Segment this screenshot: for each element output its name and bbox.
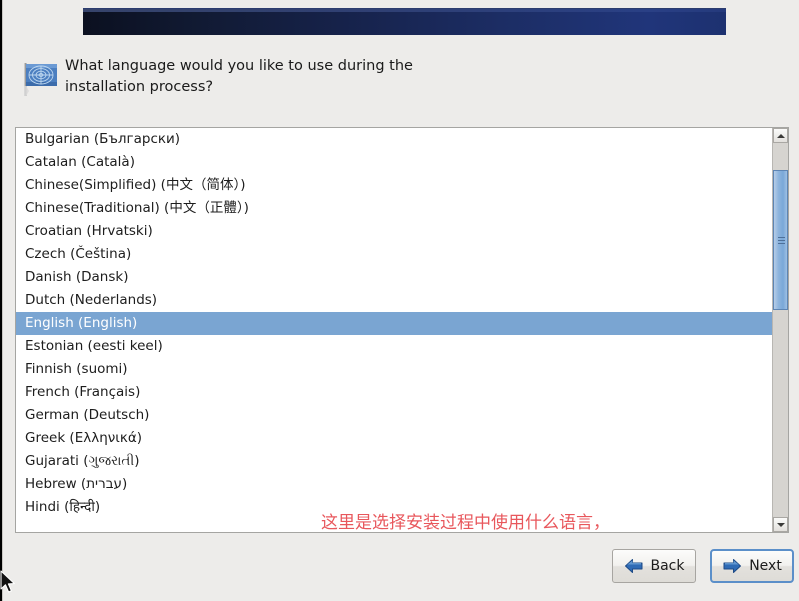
language-list-item[interactable]: Czech (Čeština) — [16, 243, 774, 266]
scroll-down-button[interactable] — [773, 517, 788, 532]
scrollbar-grip-line — [778, 240, 785, 241]
next-button[interactable]: Next — [710, 549, 794, 583]
button-bar: Back Next — [3, 535, 799, 601]
banner-highlight — [83, 9, 726, 12]
language-list-item[interactable]: Bulgarian (Български) — [16, 128, 774, 151]
language-list-item[interactable]: Greek (Ελληνικά) — [16, 427, 774, 450]
language-list-item[interactable]: Gujarati (ગુજરાતી) — [16, 450, 774, 473]
scroll-up-button[interactable] — [773, 128, 788, 143]
language-list-item[interactable]: Dutch (Nederlands) — [16, 289, 774, 312]
language-list-item[interactable]: Danish (Dansk) — [16, 266, 774, 289]
language-listbox[interactable]: Bulgarian (Български) Catalan (Català) Chi… — [15, 127, 789, 561]
list-scrollbar[interactable] — [772, 128, 788, 532]
back-button-label: Back — [650, 558, 685, 574]
chevron-down-icon — [776, 522, 785, 527]
language-list-item[interactable]: Catalan (Català) — [16, 151, 774, 174]
language-list-viewport[interactable]: Bulgarian (Български) Catalan (Català) Chi… — [16, 128, 774, 532]
scrollbar-grip-line — [778, 237, 785, 238]
language-list-item[interactable]: English (English) — [16, 312, 774, 335]
prompt-text: What language would you like to use duri… — [65, 56, 495, 98]
language-list-item[interactable]: Chinese(Traditional) (中文（正體）) — [16, 197, 774, 220]
prompt-line-1: What language would you like to use duri… — [65, 58, 413, 74]
language-list-item[interactable]: French (Français) — [16, 381, 774, 404]
arrow-left-icon — [624, 558, 644, 574]
un-flag-icon — [15, 58, 59, 100]
language-list-item[interactable]: Estonian (eesti keel) — [16, 335, 774, 358]
language-list-item[interactable]: Chinese(Simplified) (中文（简体）) — [16, 174, 774, 197]
prompt-row: What language would you like to use duri… — [3, 52, 799, 110]
chevron-up-icon — [776, 133, 785, 138]
banner-graphic — [83, 8, 726, 35]
arrow-right-icon — [722, 558, 742, 574]
language-list-item[interactable]: German (Deutsch) — [16, 404, 774, 427]
installer-window: What language would you like to use duri… — [0, 0, 799, 601]
prompt-line-2: installation process? — [65, 79, 214, 95]
language-list-item[interactable]: Croatian (Hrvatski) — [16, 220, 774, 243]
language-list-item[interactable]: Hindi (हिन्दी) — [16, 496, 774, 519]
scrollbar-thumb[interactable] — [773, 170, 788, 310]
scrollbar-grip-line — [778, 243, 785, 244]
language-list-item[interactable]: Hebrew (עברית) — [16, 473, 774, 496]
banner-area — [3, 0, 799, 46]
next-button-label: Next — [749, 558, 782, 574]
back-button[interactable]: Back — [612, 549, 696, 583]
language-list-item[interactable]: Finnish (suomi) — [16, 358, 774, 381]
